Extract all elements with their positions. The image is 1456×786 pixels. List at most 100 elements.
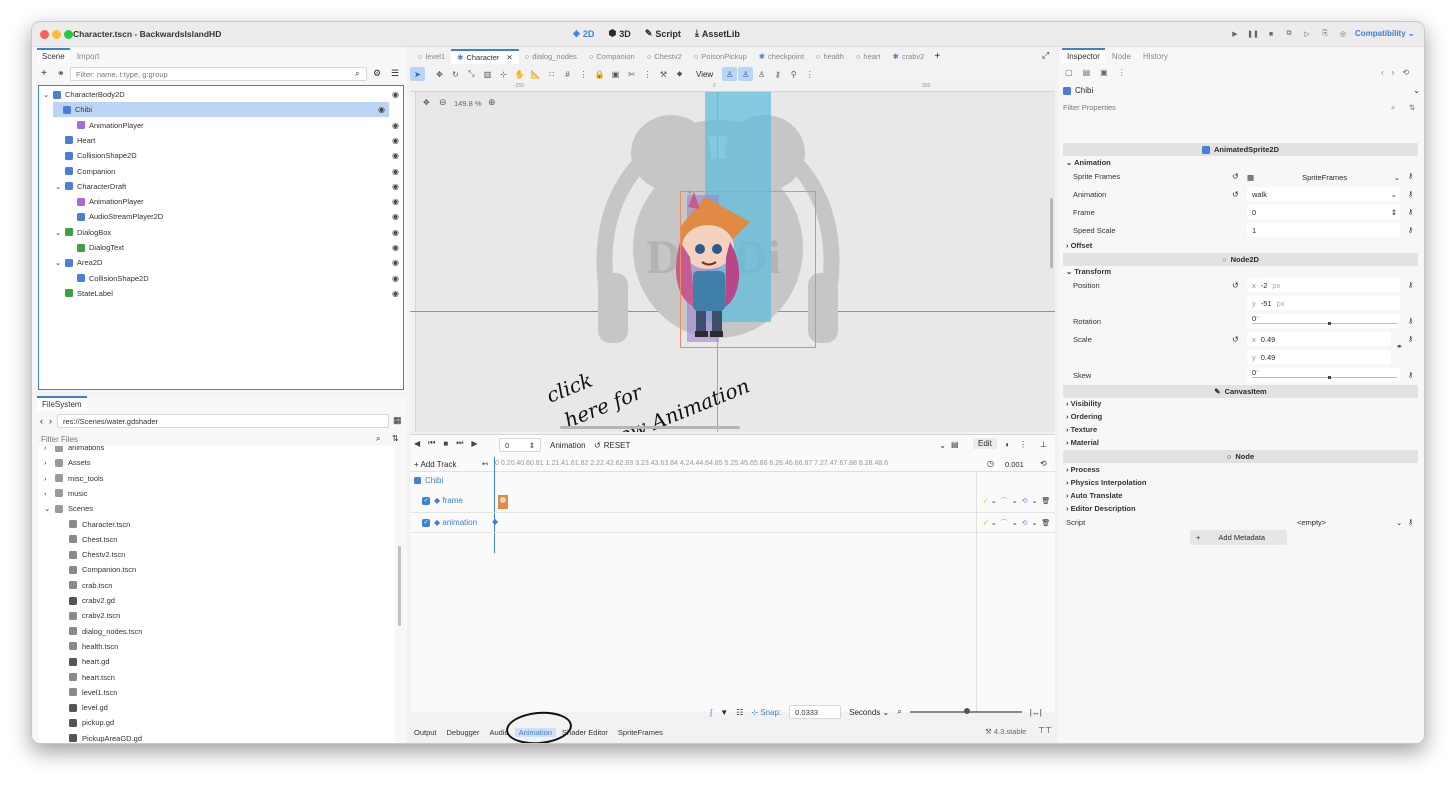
snap-unit-select[interactable]: Seconds ⌄ <box>849 708 889 717</box>
track-options[interactable]: ··⁄ ⌄ ⌒ ⌄ ⟲ ⌄ 🗑 <box>981 518 1050 528</box>
scene-tab[interactable]: ✱ checkpoint <box>753 49 810 64</box>
insert-key-position-icon[interactable]: ♙ <box>722 67 738 81</box>
tab-filesystem[interactable]: FileSystem <box>37 396 87 411</box>
add-tab-icon[interactable]: + <box>934 51 940 62</box>
bottom-tab-debugger[interactable]: Debugger <box>443 728 484 737</box>
delete-track-icon[interactable]: 🗑 <box>1041 519 1050 527</box>
revert-icon[interactable]: ↺ <box>1232 190 1239 199</box>
scene-tree-item[interactable]: CollisionShape2D ◉ <box>67 271 403 286</box>
play-backwards-from-end-icon[interactable]: ◀ <box>414 439 420 448</box>
zoom-level[interactable]: 149.8 % <box>454 99 482 108</box>
move-center-icon[interactable]: ✥ <box>423 98 430 107</box>
insert-key-icon[interactable]: ⚷ <box>770 67 785 81</box>
track-row[interactable]: ✓ ◆ animation ◆ ··⁄ ⌄ ⌒ ⌄ ⟲ ⌄ 🗑 <box>410 513 1055 533</box>
position-x-field[interactable]: x -2 px <box>1247 278 1400 292</box>
section-material[interactable]: › Material <box>1066 438 1099 447</box>
bottom-tab-spriteframes[interactable]: SpriteFrames <box>614 728 667 737</box>
delete-track-icon[interactable]: 🗑 <box>1041 497 1050 505</box>
mode-script-button[interactable]: ✎ Script <box>645 28 681 39</box>
canvas-viewport[interactable]: -250 0 250 ✥ ⊖ 149.8 % ⊕ DiDi + <box>410 83 1055 432</box>
insert-key-scale-icon[interactable]: ♙ <box>754 67 769 81</box>
file-item[interactable]: pickup.gd <box>58 715 114 730</box>
scene-tab[interactable]: ✱ Character ✕ <box>451 48 519 64</box>
onion-options-icon[interactable]: ⋮ <box>1019 440 1027 449</box>
hammer-icon[interactable]: ⚒ <box>656 67 671 81</box>
group-icon[interactable]: ▣ <box>608 67 623 81</box>
visibility-icon[interactable]: ◉ <box>392 243 399 252</box>
file-item[interactable]: dialog_nodes.tscn <box>58 624 142 639</box>
split-mode-icon[interactable]: ▦ <box>393 415 402 426</box>
position-y-field[interactable]: y -51 px <box>1247 296 1400 310</box>
horizontal-scrollbar[interactable] <box>560 426 740 429</box>
visibility-icon[interactable]: ◉ <box>392 151 399 160</box>
instance-scene-icon[interactable]: ⚙ <box>373 68 381 79</box>
snap-toggle[interactable]: ⊹ Snap: <box>751 708 781 717</box>
section-texture[interactable]: › Texture <box>1066 425 1097 434</box>
scene-tree-item[interactable]: CollisionShape2D ◉ <box>55 148 403 163</box>
onion-skin-icon[interactable]: ◑ <box>1004 440 1009 449</box>
scene-tree-item[interactable]: ⌄ CharacterBody2D ◉ <box>43 87 403 102</box>
file-item[interactable]: level.gd <box>58 700 108 715</box>
history-back-icon[interactable]: ‹ <box>40 416 43 426</box>
chevron-icon[interactable]: ⌄ <box>55 258 61 267</box>
play-scene-icon[interactable]: ▷ <box>1300 27 1314 41</box>
key-icon[interactable]: ⚷ <box>1408 281 1413 289</box>
key-icon[interactable]: ⚷ <box>1408 208 1413 216</box>
sprite-frames-field[interactable]: ▦ SpriteFrames ⌄ <box>1247 170 1400 184</box>
tab-history[interactable]: History <box>1138 50 1173 63</box>
file-item[interactable]: crab.tscn <box>58 578 112 593</box>
rotation-slider[interactable]: 0° <box>1247 314 1400 328</box>
movie-maker-icon[interactable]: ◎ <box>1336 27 1350 41</box>
scene-tree-item[interactable]: ⌄ Area2D ◉ <box>55 255 403 270</box>
filesystem-filter-input[interactable]: Filter Files <box>41 435 78 444</box>
zoom-in-icon[interactable]: ⊕ <box>488 97 496 108</box>
key-options-icon[interactable]: ⋮ <box>802 67 817 81</box>
key-icon[interactable]: ⚷ <box>1408 317 1413 325</box>
add-track-button[interactable]: + Add Track <box>414 460 456 469</box>
vertical-scrollbar[interactable] <box>1050 198 1053 268</box>
track-view-icon[interactable]: ☷ <box>736 708 743 717</box>
minimize-window-button[interactable] <box>52 30 61 39</box>
chevron-icon[interactable]: ⌄ <box>43 90 49 99</box>
folder-item[interactable]: ⌄ Scenes <box>44 501 93 516</box>
tab-node[interactable]: Node <box>1107 50 1136 63</box>
fit-timeline-icon[interactable]: |↔| <box>1030 708 1042 717</box>
object-selector[interactable]: Chibi ⌄ <box>1063 84 1420 97</box>
file-item[interactable]: Character.tscn <box>58 517 130 532</box>
track-enabled-checkbox[interactable]: ✓ <box>422 497 430 505</box>
mode-3d-button[interactable]: ⬢ 3D <box>608 28 630 39</box>
zoom-out-icon[interactable]: ⊖ <box>439 97 447 108</box>
section-visibility[interactable]: › Visibility <box>1066 399 1101 408</box>
section-ordering[interactable]: › Ordering <box>1066 412 1102 421</box>
history-back-icon[interactable]: ‹ <box>1381 68 1384 77</box>
visibility-icon[interactable]: ◉ <box>392 274 399 283</box>
key-icon[interactable]: ⚷ <box>1408 518 1413 526</box>
mode-assetlib-button[interactable]: ⤓ AssetLib <box>695 28 740 39</box>
timeline-zoom-handle[interactable]: ↤ <box>482 460 488 468</box>
scene-tree-item[interactable]: AnimationPlayer ◉ <box>67 118 403 133</box>
play-backwards-icon[interactable]: ⏮ <box>428 438 435 448</box>
file-item[interactable]: heart.tscn <box>58 670 115 685</box>
property-options-icon[interactable]: ⇅ <box>1409 103 1415 112</box>
visibility-icon[interactable]: ◉ <box>392 289 399 298</box>
snap-value-field[interactable]: 0.0333 <box>789 705 842 719</box>
key-icon[interactable]: ⚷ <box>1408 371 1413 379</box>
tab-inspector[interactable]: Inspector <box>1062 48 1105 63</box>
pause-icon[interactable]: ❚❚ <box>1246 27 1260 41</box>
section-transform[interactable]: ⌄ Transform <box>1066 267 1111 276</box>
filter-properties-input[interactable]: Filter Properties ⌕ ⇅ <box>1063 103 1420 116</box>
folder-item[interactable]: › music <box>44 486 88 501</box>
link-scale-icon[interactable]: ⚭ <box>1396 342 1403 351</box>
chevron-icon[interactable]: ⌄ <box>44 504 50 513</box>
file-tree-scrollbar[interactable] <box>398 546 401 626</box>
add-metadata-button[interactable]: + Add Metadata <box>1190 530 1287 545</box>
history-icon[interactable]: ⟲ <box>1402 68 1409 77</box>
sort-icon[interactable]: ⇅ <box>392 434 399 443</box>
smart-snap-icon[interactable]: ∷ <box>544 67 559 81</box>
scene-tab[interactable]: ○ heart <box>850 49 887 64</box>
visibility-icon[interactable]: ◉ <box>392 197 399 206</box>
lock-icon[interactable]: 🔒 <box>592 67 607 81</box>
close-window-button[interactable] <box>40 30 49 39</box>
scene-tab[interactable]: ✱ crabv2 <box>887 49 931 64</box>
history-forward-icon[interactable]: › <box>1392 68 1395 77</box>
